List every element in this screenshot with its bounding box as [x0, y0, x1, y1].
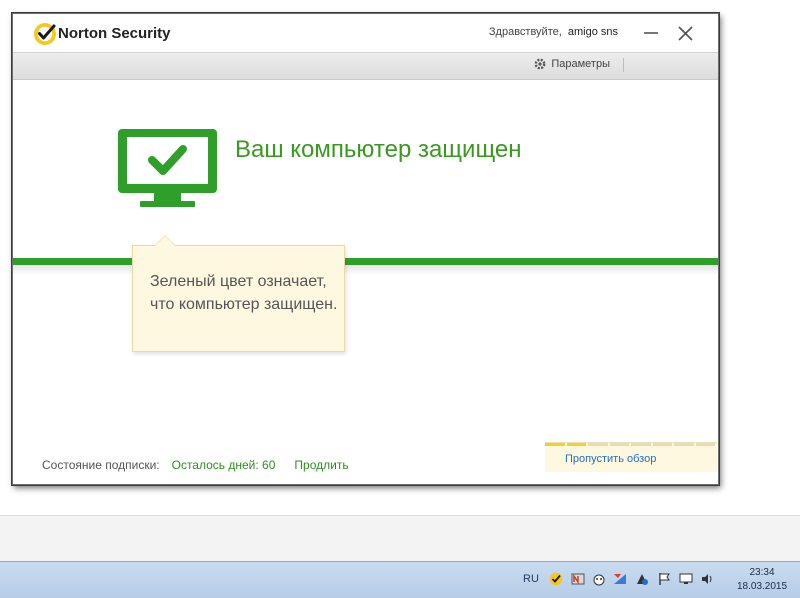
clock-time: 23:34: [749, 567, 775, 578]
title-bar[interactable]: Norton Security Здравствуйте, amigo sns: [13, 14, 718, 52]
norton-logo-icon: [34, 23, 56, 45]
intro-tooltip: Зеленый цвет означает, что компьютер защ…: [132, 235, 345, 352]
tour-progress: [545, 443, 717, 446]
days-left: Осталось дней: 60: [171, 458, 276, 472]
norton-icon[interactable]: [549, 572, 563, 586]
clock-date: 18.03.2015: [737, 581, 788, 592]
language-indicator[interactable]: RU: [523, 573, 539, 585]
toolbar: Параметры: [13, 52, 718, 80]
monitor-check-icon: [118, 129, 217, 207]
volume-icon[interactable]: [700, 572, 714, 586]
skip-tour-link[interactable]: Пропустить обзор: [565, 453, 656, 465]
nx-icon[interactable]: [571, 572, 585, 586]
tour-progress-step: [588, 443, 608, 446]
tour-progress-step: [631, 443, 651, 446]
subscription-status: Состояние подписки: Осталось дней: 60 Пр…: [42, 458, 349, 472]
tour-panel: Пропустить обзор: [545, 442, 717, 472]
unknown-tray-icon[interactable]: [635, 572, 649, 586]
greeting: Здравствуйте, amigo sns: [489, 26, 618, 38]
tooltip-arrow-fill: [155, 236, 175, 246]
settings-button[interactable]: Параметры: [534, 58, 610, 70]
taskbar: RU 23:34 18.03.2015: [0, 561, 800, 598]
tour-progress-step: [695, 443, 715, 446]
norton-window: Norton Security Здравствуйте, amigo sns …: [12, 13, 719, 485]
status-title: Ваш компьютер защищен: [235, 136, 522, 163]
status-band: [13, 258, 718, 265]
subscription-label: Состояние подписки:: [42, 458, 160, 472]
minimize-icon: [644, 32, 658, 34]
tooltip-text: Зеленый цвет означает, что компьютер защ…: [150, 273, 338, 313]
renew-link[interactable]: Продлить: [294, 458, 348, 472]
toolbar-divider: [623, 58, 624, 72]
greeting-prefix: Здравствуйте,: [488, 26, 562, 38]
username[interactable]: amigo sns: [568, 26, 618, 38]
close-icon: [677, 25, 693, 41]
tour-progress-step: [566, 443, 586, 446]
network-icon[interactable]: [613, 572, 627, 586]
desktop-strip: [0, 515, 800, 562]
clock[interactable]: 23:34 18.03.2015: [737, 566, 787, 594]
tour-progress-step: [674, 443, 694, 446]
tour-progress-step: [652, 443, 672, 446]
close-button[interactable]: [672, 20, 698, 46]
tour-progress-step: [609, 443, 629, 446]
gear-icon: [534, 58, 546, 70]
tour-progress-step: [545, 443, 565, 446]
app-title: Norton Security: [58, 25, 171, 42]
minimize-button[interactable]: [638, 20, 664, 46]
display-icon[interactable]: [679, 572, 693, 586]
status-band-shadow: [13, 265, 718, 275]
action-center-flag-icon[interactable]: [657, 572, 671, 586]
helper-icon[interactable]: [592, 572, 606, 586]
settings-label: Параметры: [551, 58, 610, 70]
